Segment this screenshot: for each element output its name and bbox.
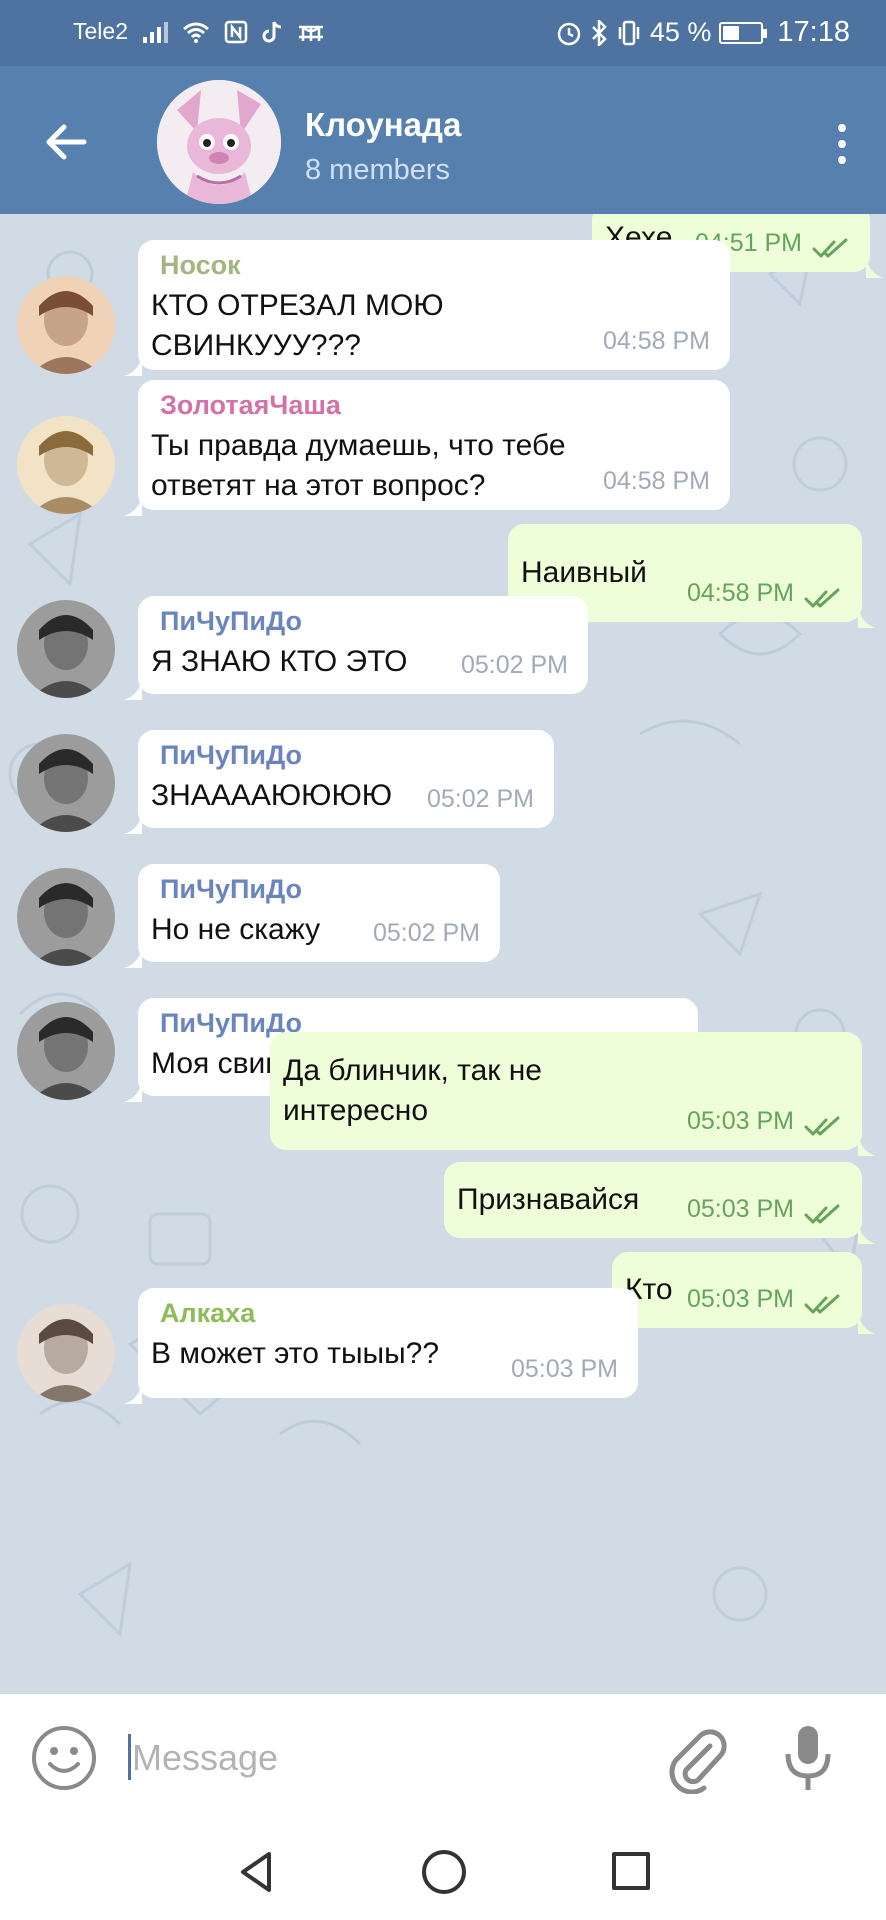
signal-icon (142, 21, 168, 43)
status-bar: Tele2 45 % 17:18 (0, 0, 886, 66)
emoji-icon (32, 1726, 96, 1790)
message-time: 05:03 PM (686, 1285, 794, 1313)
read-checks-icon (804, 584, 842, 608)
message-text: Да блинчик, так не интересно (283, 1054, 542, 1127)
system-nav-bar (0, 1824, 886, 1920)
incoming-message[interactable]: Алкаха В может это тыыы?? 05:03 PM (124, 1288, 638, 1404)
more-menu-button[interactable] (822, 116, 862, 172)
paperclip-icon (669, 1729, 727, 1795)
bubble-tail (858, 1130, 876, 1156)
message-text: ЗНААААЮЮЮЮ (151, 779, 393, 812)
vibrate-icon (618, 20, 640, 45)
chat-header: Клоунада 8 members (0, 66, 886, 214)
incoming-message[interactable]: Носок КТО ОТРЕЗАЛ МОЮ СВИНКУУУ??? 04:58 PM (124, 240, 730, 376)
sender-name[interactable]: ПиЧуПиДо (160, 606, 302, 637)
read-checks-icon (804, 1200, 842, 1224)
bubble-tail (858, 602, 876, 628)
microphone-icon (785, 1726, 831, 1790)
bubble-tail (124, 808, 142, 834)
bubble-tail (124, 350, 142, 376)
message-time: 05:02 PM (372, 919, 480, 947)
alarm-icon (557, 22, 581, 45)
back-button[interactable] (38, 114, 94, 170)
sender-avatar[interactable] (17, 276, 115, 374)
message-text: Наивный (521, 556, 647, 589)
read-checks-icon (804, 1290, 842, 1314)
message-text: КТО ОТРЕЗАЛ МОЮ СВИНКУУУ??? (151, 289, 444, 362)
sender-avatar[interactable] (17, 600, 115, 698)
message-time: 04:58 PM (602, 467, 710, 495)
sender-name[interactable]: ЗолотаяЧаша (160, 390, 341, 421)
nav-home-button[interactable] (422, 1850, 466, 1894)
bubble-tail (124, 1378, 142, 1404)
wifi-icon (183, 22, 209, 43)
message-text: Я ЗНАЮ КТО ЭТО (151, 645, 408, 678)
outgoing-message[interactable]: Кто 05:03 PM (612, 1252, 876, 1334)
message-input[interactable] (128, 1728, 628, 1788)
sender-name[interactable]: ПиЧуПиДо (160, 740, 302, 771)
mic-button[interactable] (780, 1722, 836, 1794)
bubble-tail (124, 490, 142, 516)
compose-bar (0, 1694, 886, 1824)
sender-avatar[interactable] (17, 1304, 115, 1402)
bubble-tail (124, 1076, 142, 1102)
message-text: Признавайся (457, 1183, 640, 1216)
message-list[interactable]: Хехе 04:51 PM Носок КТО ОТРЕЗАЛ МОЮ СВИНКУУ… (0, 214, 886, 1694)
attach-button[interactable] (664, 1722, 728, 1795)
message-time: 05:03 PM (686, 1195, 794, 1223)
read-checks-icon (812, 234, 850, 258)
more-vertical-icon (838, 124, 846, 132)
bubble-tail (124, 674, 142, 700)
outgoing-message[interactable]: Да блинчик, так не интересно 05:03 PM (270, 1032, 876, 1156)
sender-name[interactable]: Носок (160, 250, 241, 281)
incoming-message[interactable]: ПиЧуПиДо Но не скажу 05:02 PM (124, 864, 500, 968)
incoming-message[interactable]: ПиЧуПиДо ЗНААААЮЮЮЮ 05:02 PM (124, 730, 554, 834)
incoming-message[interactable]: ПиЧуПиДо Я ЗНАЮ КТО ЭТО 05:02 PM (124, 596, 588, 700)
bluetooth-icon (591, 19, 607, 46)
sender-avatar[interactable] (17, 416, 115, 514)
bridge-icon (298, 25, 323, 41)
arrow-left-icon (46, 124, 87, 160)
message-time: 05:02 PM (460, 651, 568, 679)
bubble-tail (858, 1308, 876, 1334)
sender-avatar[interactable] (17, 734, 115, 832)
outgoing-message[interactable]: Признавайся 05:03 PM (444, 1162, 876, 1244)
nav-back-button[interactable] (235, 1850, 279, 1894)
triangle-back-icon (241, 1852, 271, 1892)
sender-name[interactable]: ПиЧуПиДо (160, 874, 302, 905)
message-time: 04:58 PM (686, 579, 794, 607)
group-avatar[interactable] (157, 80, 281, 204)
bubble-tail (124, 942, 142, 968)
message-text: В может это тыыы?? (151, 1337, 440, 1370)
carrier-label: Tele2 (73, 18, 128, 44)
bubble-tail (858, 1218, 876, 1244)
tiktok-icon (262, 20, 282, 42)
nav-recents-button[interactable] (612, 1852, 650, 1890)
nfc-icon (224, 20, 248, 43)
sender-avatar[interactable] (17, 868, 115, 966)
sender-name[interactable]: Алкаха (160, 1298, 255, 1329)
members-count: 8 members (305, 154, 451, 186)
message-text: Но не скажу (151, 913, 321, 946)
message-text: Ты правда думаешь, что тебе ответят на э… (151, 429, 566, 502)
emoji-button[interactable] (30, 1724, 98, 1792)
message-time: 05:03 PM (510, 1355, 618, 1383)
read-checks-icon (804, 1112, 842, 1136)
incoming-message[interactable]: ЗолотаяЧаша Ты правда думаешь, что тебе о… (124, 380, 730, 516)
message-time: 04:58 PM (602, 327, 710, 355)
message-time: 05:03 PM (686, 1107, 794, 1135)
battery-icon (719, 21, 768, 44)
battery-percent: 45 % (649, 17, 712, 47)
sender-avatar[interactable] (17, 1002, 115, 1100)
clock: 17:18 (777, 16, 850, 48)
chat-title[interactable]: Клоунада (305, 106, 461, 144)
message-time: 05:02 PM (426, 785, 534, 813)
bubble-tail (866, 252, 884, 278)
